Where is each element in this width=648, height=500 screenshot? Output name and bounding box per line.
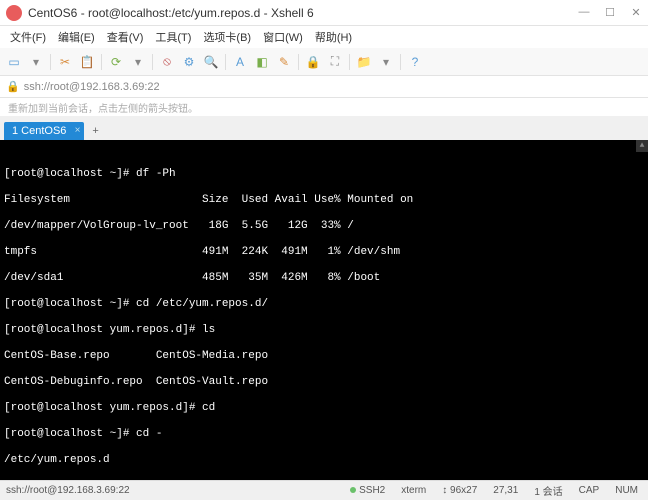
window-title: CentOS6 - root@localhost:/etc/yum.repos.… — [28, 6, 578, 20]
menu-tabs[interactable]: 选项卡(B) — [197, 27, 257, 47]
maximize-button[interactable]: ☐ — [604, 6, 616, 19]
terminal-line: [root@localhost ~]# cd /etc/yum.repos.d/ — [4, 298, 644, 311]
terminal-line: [root@localhost ~]# cd - — [4, 428, 644, 441]
ssl-lock-icon: 🔒 — [6, 80, 20, 93]
terminal-line: [root@localhost yum.repos.d]# ls — [4, 324, 644, 337]
menu-window[interactable]: 窗口(W) — [257, 27, 309, 47]
fullscreen-icon[interactable]: ⛶ — [325, 52, 345, 72]
status-connection: ssh://root@192.168.3.69:22 — [6, 485, 346, 496]
menu-file[interactable]: 文件(F) — [4, 27, 52, 47]
tab-centos6[interactable]: 1 CentOS6 × — [4, 122, 84, 140]
menu-view[interactable]: 查看(V) — [101, 27, 150, 47]
toolbar: ▭ ▾ ✂ 📋 ⟳ ▾ ⦸ ⚙ 🔍 A ◧ ✎ 🔒 ⛶ 📁 ▾ ? — [0, 48, 648, 76]
hint-text: 重新加到当前会话，点击左侧的箭头按钮。 — [8, 104, 198, 115]
separator — [400, 54, 401, 70]
status-size: ↕ 96x27 — [438, 485, 481, 496]
hint-bar: 重新加到当前会话，点击左侧的箭头按钮。 — [0, 98, 648, 116]
status-cap: CAP — [575, 485, 604, 496]
status-sessions: 1 会话 — [530, 483, 566, 498]
folder-icon[interactable]: 📁 — [354, 52, 374, 72]
terminal-line: [root@localhost yum.repos.d]# cd — [4, 402, 644, 415]
minimize-button[interactable]: — — [578, 6, 590, 19]
terminal[interactable]: ▲ [root@localhost ~]# df -Ph Filesystem … — [0, 140, 648, 480]
font-icon[interactable]: A — [230, 52, 250, 72]
addressbar: 🔒 ssh://root@192.168.3.69:22 — [0, 76, 648, 98]
tab-add-button[interactable]: + — [84, 122, 106, 140]
terminal-line: /etc/yum.repos.d — [4, 454, 644, 467]
titlebar: CentOS6 - root@localhost:/etc/yum.repos.… — [0, 0, 648, 26]
terminal-line: /dev/mapper/VolGroup-lv_root 18G 5.5G 12… — [4, 220, 644, 233]
terminal-line: /dev/sda1 485M 35M 426M 8% /boot — [4, 272, 644, 285]
tab-close-icon[interactable]: × — [75, 125, 81, 136]
status-num: NUM — [611, 485, 642, 496]
terminal-line: [root@localhost ~]# df -Ph — [4, 168, 644, 181]
status-ssh: SSH2 — [346, 485, 389, 496]
disconnect-icon[interactable]: ⦸ — [157, 52, 177, 72]
terminal-line: CentOS-Debuginfo.repo CentOS-Vault.repo — [4, 376, 644, 389]
dropdown-icon[interactable]: ▾ — [128, 52, 148, 72]
properties-icon[interactable]: ⚙ — [179, 52, 199, 72]
tab-label: 1 CentOS6 — [12, 125, 66, 137]
highlight-icon[interactable]: ✎ — [274, 52, 294, 72]
menu-edit[interactable]: 编辑(E) — [52, 27, 101, 47]
address-text[interactable]: ssh://root@192.168.3.69:22 — [24, 81, 160, 93]
status-term: xterm — [397, 485, 430, 496]
window-controls: — ☐ ✕ — [578, 6, 642, 19]
menubar: 文件(F) 编辑(E) 查看(V) 工具(T) 选项卡(B) 窗口(W) 帮助(… — [0, 26, 648, 48]
terminal-line: Filesystem Size Used Avail Use% Mounted … — [4, 194, 644, 207]
lock-icon[interactable]: 🔒 — [303, 52, 323, 72]
statusbar: ssh://root@192.168.3.69:22 SSH2 xterm ↕ … — [0, 480, 648, 500]
tabbar: 1 CentOS6 × + — [0, 116, 648, 140]
status-pos: 27,31 — [489, 485, 522, 496]
menu-help[interactable]: 帮助(H) — [309, 27, 358, 47]
close-button[interactable]: ✕ — [630, 6, 642, 19]
separator — [298, 54, 299, 70]
paste-icon[interactable]: 📋 — [77, 52, 97, 72]
copy-icon[interactable]: ✂ — [55, 52, 75, 72]
help-icon[interactable]: ? — [405, 52, 425, 72]
menu-tools[interactable]: 工具(T) — [149, 27, 197, 47]
separator — [50, 54, 51, 70]
new-session-icon[interactable]: ▭ — [4, 52, 24, 72]
app-icon — [6, 5, 22, 21]
scroll-up-icon[interactable]: ▲ — [636, 140, 648, 152]
terminal-line: CentOS-Base.repo CentOS-Media.repo — [4, 350, 644, 363]
search-icon[interactable]: 🔍 — [201, 52, 221, 72]
separator — [152, 54, 153, 70]
separator — [101, 54, 102, 70]
terminal-line: tmpfs 491M 224K 491M 1% /dev/shm — [4, 246, 644, 259]
separator — [225, 54, 226, 70]
led-icon — [350, 487, 356, 493]
dropdown-icon[interactable]: ▾ — [376, 52, 396, 72]
separator — [349, 54, 350, 70]
color-icon[interactable]: ◧ — [252, 52, 272, 72]
dropdown-icon[interactable]: ▾ — [26, 52, 46, 72]
reconnect-icon[interactable]: ⟳ — [106, 52, 126, 72]
